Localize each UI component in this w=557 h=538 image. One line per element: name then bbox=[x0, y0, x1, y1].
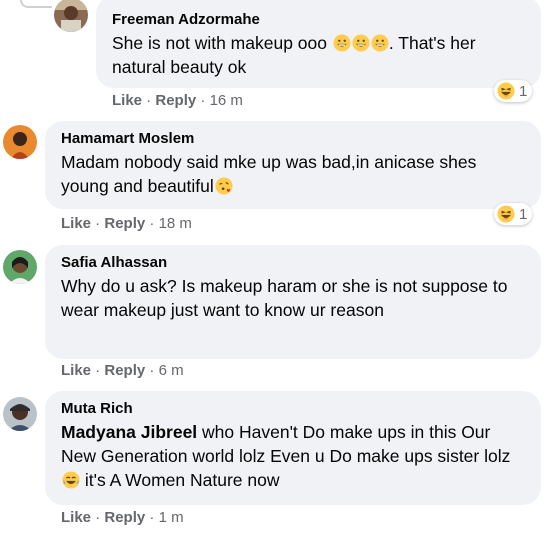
comment-bubble: Hamamart Moslem Madam nobody said mke up… bbox=[45, 121, 541, 209]
avatar[interactable] bbox=[3, 250, 37, 284]
reaction-count-value: 1 bbox=[519, 205, 528, 223]
like-button[interactable]: Like bbox=[61, 362, 91, 379]
reaction-count-value: 1 bbox=[519, 82, 528, 100]
comment-timestamp[interactable]: 18 m bbox=[159, 215, 192, 232]
comment-timestamp[interactable]: 1 m bbox=[159, 509, 184, 526]
face-blowing-kiss-emoji bbox=[215, 177, 233, 195]
like-button[interactable]: Like bbox=[61, 509, 91, 526]
comment-actions: Like · Reply · 18 m bbox=[61, 215, 192, 232]
comment-actions: Like · Reply · 16 m bbox=[112, 92, 243, 109]
thread-connector-line bbox=[20, 0, 52, 8]
comment-timestamp[interactable]: 16 m bbox=[210, 92, 243, 109]
avatar[interactable] bbox=[54, 0, 88, 32]
comment-bubble: Muta Rich Madyana Jibreel who Haven't Do… bbox=[45, 391, 541, 505]
comment-text: Why do u ask? Is makeup haram or she is … bbox=[61, 276, 508, 320]
reply-button[interactable]: Reply bbox=[104, 509, 145, 526]
comment-bubble: Freeman Adzormahe She is not with makeup… bbox=[96, 0, 541, 88]
tears-of-joy-emoji bbox=[62, 471, 80, 489]
avatar[interactable] bbox=[3, 125, 37, 159]
comment-timestamp[interactable]: 6 m bbox=[159, 362, 184, 379]
like-button[interactable]: Like bbox=[112, 92, 142, 109]
comment-author[interactable]: Muta Rich bbox=[61, 399, 527, 418]
comment-actions: Like · Reply · 6 m bbox=[61, 362, 184, 379]
reply-button[interactable]: Reply bbox=[155, 92, 196, 109]
grinning-face-emoji bbox=[332, 33, 389, 53]
reaction-count[interactable]: 1 bbox=[494, 80, 533, 102]
laughing-emoji-icon bbox=[497, 82, 515, 100]
reaction-count[interactable]: 1 bbox=[494, 203, 533, 225]
comment-text: Madam nobody said mke up was bad,in anic… bbox=[61, 152, 477, 196]
reply-button[interactable]: Reply bbox=[104, 362, 145, 379]
comment-author[interactable]: Freeman Adzormahe bbox=[112, 10, 527, 29]
like-button[interactable]: Like bbox=[61, 215, 91, 232]
comment-bubble: Safia Alhassan Why do u ask? Is makeup h… bbox=[45, 245, 541, 359]
avatar[interactable] bbox=[3, 397, 37, 431]
comment-text: She is not with makeup ooo . That's her … bbox=[112, 33, 476, 77]
reply-button[interactable]: Reply bbox=[104, 215, 145, 232]
laughing-emoji-icon bbox=[497, 205, 515, 223]
comment-author[interactable]: Safia Alhassan bbox=[61, 253, 527, 272]
comment-actions: Like · Reply · 1 m bbox=[61, 509, 184, 526]
comment-author[interactable]: Hamamart Moslem bbox=[61, 129, 527, 148]
mention-link[interactable]: Madyana Jibreel bbox=[61, 422, 197, 442]
comment-text: Madyana Jibreel who Haven't Do make ups … bbox=[61, 422, 511, 490]
